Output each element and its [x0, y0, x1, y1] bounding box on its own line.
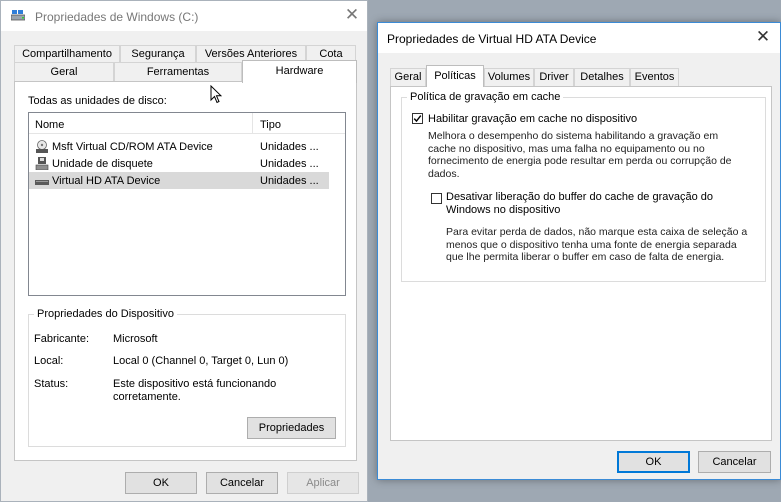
disk-type: Unidades ... — [260, 141, 319, 153]
disk-type: Unidades ... — [260, 158, 319, 170]
tab-security[interactable]: Segurança — [120, 45, 196, 62]
apply-button[interactable]: Aplicar — [287, 472, 359, 494]
location-label: Local: — [34, 355, 64, 367]
list-item[interactable]: Msft Virtual CD/ROM ATA Device Unidades … — [29, 138, 329, 155]
disk-name: Msft Virtual CD/ROM ATA Device — [52, 141, 213, 153]
list-header: Nome Tipo — [29, 113, 345, 134]
window-title: Propriedades de Virtual HD ATA Device — [387, 32, 597, 46]
write-cache-policy-group: Política de gravação em cache Habilitar … — [401, 91, 766, 282]
mouse-cursor-icon — [210, 85, 222, 104]
label-line: Windows no dispositivo — [446, 203, 561, 216]
virtual-hd-properties-dialog: Propriedades de Virtual HD ATA Device ✕ … — [377, 22, 781, 480]
tab-details[interactable]: Detalhes — [574, 68, 630, 86]
hardware-tab-panel: Todas as unidades de disco: Nome Tipo Ms… — [14, 81, 357, 461]
list-item-selected[interactable]: Virtual HD ATA Device Unidades ... — [29, 172, 329, 189]
windows-c-properties-dialog: Propriedades de Windows (C:) ✕ Compartil… — [0, 0, 368, 502]
tab-events[interactable]: Eventos — [630, 68, 679, 86]
disable-buffer-flush-description: Para evitar perda de dados, não marque e… — [446, 226, 766, 264]
close-button[interactable]: ✕ — [750, 26, 776, 48]
description-line: menos que o dispositivo tenha uma fonte … — [446, 238, 737, 251]
enable-write-cache-checkbox[interactable] — [412, 113, 423, 124]
manufacturer-label: Fabricante: — [34, 333, 90, 345]
column-type-header[interactable]: Tipo — [260, 119, 281, 131]
manufacturer-value: Microsoft — [113, 333, 158, 345]
cancel-button[interactable]: Cancelar — [698, 451, 771, 473]
description-line: cache no dispositivo, mas uma falha no e… — [428, 142, 705, 155]
tab-driver[interactable]: Driver — [534, 68, 574, 86]
status-label: Status: — [34, 378, 69, 390]
floppy-drive-icon — [35, 157, 49, 170]
hard-drive-icon — [35, 180, 49, 185]
policies-tab-panel: Política de gravação em cache Habilitar … — [390, 86, 772, 441]
disable-buffer-flush-checkbox[interactable] — [431, 193, 442, 204]
description-line: fornecimento de energia pode resultar em… — [428, 155, 732, 167]
device-properties-group: Propriedades do Dispositivo Fabricante: … — [28, 308, 346, 447]
group-title: Política de gravação em cache — [407, 91, 564, 103]
description-line: Melhora o desempenho do sistema habilita… — [428, 130, 719, 142]
cancel-button[interactable]: Cancelar — [206, 472, 278, 494]
drive-icon — [11, 10, 25, 21]
title-bar[interactable]: Propriedades de Virtual HD ATA Device ✕ — [378, 23, 780, 53]
tab-sharing[interactable]: Compartilhamento — [14, 45, 120, 62]
disk-type: Unidades ... — [260, 175, 319, 187]
status-value-line2: corretamente. — [113, 391, 181, 403]
title-bar[interactable]: Propriedades de Windows (C:) ✕ — [1, 1, 367, 31]
description-line: dados. — [428, 167, 460, 180]
tab-tools[interactable]: Ferramentas — [114, 62, 242, 81]
all-disks-label: Todas as unidades de disco: — [28, 95, 167, 107]
disk-name: Unidade de disquete — [52, 158, 153, 170]
tab-hardware[interactable]: Hardware — [242, 60, 357, 83]
tab-policies[interactable]: Políticas — [426, 65, 484, 87]
description-line: que lhe permita liberar o buffer em caso… — [446, 251, 725, 263]
column-name-header[interactable]: Nome — [35, 119, 64, 131]
status-value-line1: Este dispositivo está funcionando — [113, 378, 277, 390]
disk-name: Virtual HD ATA Device — [52, 175, 161, 187]
ok-button[interactable]: OK — [125, 472, 197, 494]
disk-list[interactable]: Nome Tipo Msft Virtual CD/ROM ATA Device… — [28, 112, 346, 296]
enable-write-cache-label[interactable]: Habilitar gravação em cache no dispositi… — [428, 113, 637, 125]
location-value: Local 0 (Channel 0, Target 0, Lun 0) — [113, 355, 289, 367]
tab-volumes[interactable]: Volumes — [484, 68, 534, 86]
disable-buffer-flush-label[interactable]: Desativar liberação do buffer do cache d… — [446, 191, 713, 216]
description-line: Para evitar perda de dados, não marque e… — [446, 226, 748, 238]
group-title: Propriedades do Dispositivo — [34, 308, 177, 320]
window-title: Propriedades de Windows (C:) — [35, 10, 199, 24]
checkmark-icon — [413, 115, 422, 123]
column-divider[interactable] — [252, 113, 253, 133]
enable-write-cache-description: Melhora o desempenho do sistema habilita… — [428, 130, 763, 180]
device-properties-button[interactable]: Propriedades — [247, 417, 336, 439]
close-button[interactable]: ✕ — [339, 4, 365, 26]
label-line: Desativar liberação do buffer do cache d… — [446, 191, 714, 203]
list-item[interactable]: Unidade de disquete Unidades ... — [29, 155, 329, 172]
tab-general[interactable]: Geral — [390, 68, 426, 86]
ok-button[interactable]: OK — [617, 451, 690, 473]
tab-general[interactable]: Geral — [14, 62, 114, 81]
cd-drive-icon — [36, 140, 48, 153]
